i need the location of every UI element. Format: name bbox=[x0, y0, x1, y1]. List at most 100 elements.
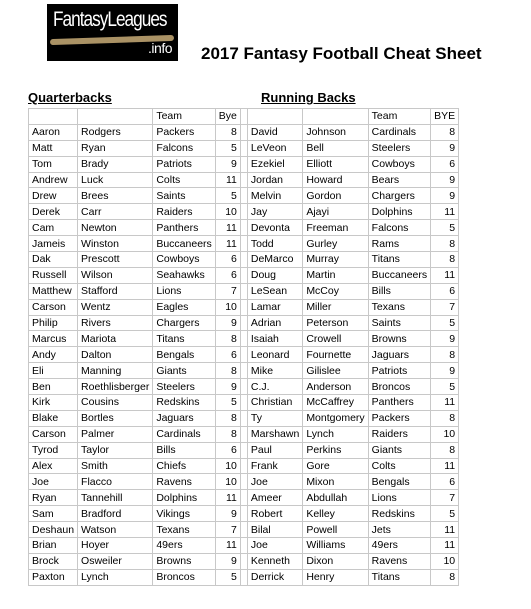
table-row: Eli Manning Giants 8 Mike Gilislee Patriots 9 bbox=[27, 362, 460, 380]
qb-first-name: Aaron bbox=[27, 123, 79, 141]
qb-last-name: Prescott bbox=[77, 251, 154, 268]
qb-first-name: Cam bbox=[27, 219, 79, 237]
qb-last-name: Winston bbox=[77, 235, 154, 253]
rb-team: Broncos bbox=[367, 378, 432, 396]
spacer-cell bbox=[239, 235, 248, 253]
qb-team: Cardinals bbox=[152, 425, 216, 443]
qb-first-name: Sam bbox=[27, 505, 79, 523]
spacer-cell bbox=[239, 314, 248, 332]
qb-first-name: Carson bbox=[27, 298, 79, 316]
rb-first-name: C.J. bbox=[246, 378, 304, 396]
qb-last-name: Stafford bbox=[77, 282, 154, 300]
spacer-cell bbox=[239, 330, 248, 348]
table-row: Andy Dalton Bengals 6 Leonard Fournette Jaguar… bbox=[27, 346, 460, 364]
qb-team: Chargers bbox=[152, 314, 216, 332]
rb-first-name: Ty bbox=[246, 409, 304, 427]
qb-first-name: Marcus bbox=[27, 330, 79, 348]
table-row: Sam Bradford Vikings 9 Robert Kelley Redskins 5 bbox=[27, 505, 460, 523]
qb-column-header: Bye bbox=[214, 108, 241, 125]
rb-team: Patriots bbox=[367, 362, 432, 380]
rb-first-name: Frank bbox=[246, 457, 304, 475]
qb-bye: 10 bbox=[214, 473, 241, 491]
qb-first-name: Blake bbox=[27, 409, 79, 427]
rb-team: Buccaneers bbox=[367, 266, 432, 284]
table-row: Drew Brees Saints 5 Melvin Gordon Chargers 9 bbox=[27, 187, 460, 205]
rb-last-name: Bell bbox=[302, 139, 369, 157]
spacer-cell bbox=[239, 266, 248, 284]
qb-column-header: Team bbox=[152, 108, 216, 125]
qb-first-name: Andrew bbox=[27, 171, 79, 189]
spacer-cell bbox=[239, 489, 248, 507]
qb-last-name: Wentz bbox=[77, 298, 154, 316]
qb-first-name: Russell bbox=[27, 266, 79, 284]
rb-last-name: Gordon bbox=[302, 187, 369, 205]
qb-bye: 9 bbox=[214, 155, 241, 173]
rb-bye: 11 bbox=[430, 521, 460, 539]
qb-bye: 6 bbox=[214, 266, 241, 284]
rb-last-name: McCoy bbox=[302, 282, 369, 300]
table-row: Joe Flacco Ravens 10 Joe Mixon Bengals 6 bbox=[27, 473, 460, 491]
rb-team: Jets bbox=[367, 521, 432, 539]
rb-first-name: DeMarco bbox=[246, 251, 304, 268]
spacer-cell bbox=[239, 219, 248, 237]
rb-bye: 7 bbox=[430, 489, 460, 507]
table-row: Blake Bortles Jaguars 8 Ty Montgomery Packers 8 bbox=[27, 409, 460, 427]
rb-team: Dolphins bbox=[367, 203, 432, 221]
spacer-cell bbox=[239, 457, 248, 475]
rb-first-name: LeVeon bbox=[246, 139, 304, 157]
spacer-cell bbox=[239, 409, 248, 427]
rb-team: Colts bbox=[367, 457, 432, 475]
rb-last-name: Anderson bbox=[302, 378, 369, 396]
qb-first-name: Derek bbox=[27, 203, 79, 221]
rb-last-name: Freeman bbox=[302, 219, 369, 237]
qb-first-name: Ryan bbox=[27, 489, 79, 507]
rb-last-name: Crowell bbox=[302, 330, 369, 348]
qb-first-name: Alex bbox=[27, 457, 79, 475]
rb-team: Titans bbox=[367, 251, 432, 268]
qb-first-name: Ben bbox=[27, 378, 79, 396]
qb-last-name: Brady bbox=[77, 155, 154, 173]
rb-column-header: BYE bbox=[430, 108, 460, 125]
rb-bye: 10 bbox=[430, 552, 460, 570]
rb-first-name: Jay bbox=[246, 203, 304, 221]
rb-team: Texans bbox=[367, 298, 432, 316]
header-row: Team Bye Team BYE bbox=[27, 108, 460, 125]
qb-last-name: Bortles bbox=[77, 409, 154, 427]
table-row: Aaron Rodgers Packers 8 David Johnson Cardinal… bbox=[27, 123, 460, 141]
rb-last-name: Johnson bbox=[302, 123, 369, 141]
qb-first-name: Deshaun bbox=[27, 521, 79, 539]
running-backs-heading: Running Backs bbox=[261, 90, 356, 105]
qb-last-name: Wilson bbox=[77, 266, 154, 284]
rb-first-name: Mike bbox=[246, 362, 304, 380]
table-row: Russell Wilson Seahawks 6 Doug Martin Buccanee… bbox=[27, 266, 460, 284]
qb-last-name: Taylor bbox=[77, 441, 154, 459]
table-row: Carson Palmer Cardinals 8 Marshawn Lynch Raide… bbox=[27, 425, 460, 443]
qb-team: Dolphins bbox=[152, 489, 216, 507]
table-row: Paxton Lynch Broncos 5 Derrick Henry Titans 8 bbox=[27, 568, 460, 586]
qb-first-name: Carson bbox=[27, 425, 79, 443]
qb-team: Saints bbox=[152, 187, 216, 205]
qb-team: Texans bbox=[152, 521, 216, 539]
rb-bye: 5 bbox=[430, 219, 460, 237]
table-row: Tyrod Taylor Bills 6 Paul Perkins Giants 8 bbox=[27, 441, 460, 459]
rb-first-name: Todd bbox=[246, 235, 304, 253]
qb-last-name: Bradford bbox=[77, 505, 154, 523]
spacer-cell bbox=[239, 108, 248, 125]
rb-team: 49ers bbox=[367, 537, 432, 554]
table-row: Alex Smith Chiefs 10 Frank Gore Colts 11 bbox=[27, 457, 460, 475]
rb-team: Redskins bbox=[367, 505, 432, 523]
rb-first-name: Derrick bbox=[246, 568, 304, 586]
rb-team: Titans bbox=[367, 568, 432, 586]
rb-team: Lions bbox=[367, 489, 432, 507]
qb-team: Ravens bbox=[152, 473, 216, 491]
rb-team: Saints bbox=[367, 314, 432, 332]
qb-team: Giants bbox=[152, 362, 216, 380]
qb-team: Buccaneers bbox=[152, 235, 216, 253]
rb-last-name: Howard bbox=[302, 171, 369, 189]
qb-bye: 5 bbox=[214, 187, 241, 205]
spacer-cell bbox=[239, 123, 248, 141]
qb-first-name: Joe bbox=[27, 473, 79, 491]
rb-last-name: Gore bbox=[302, 457, 369, 475]
qb-team: Falcons bbox=[152, 139, 216, 157]
qb-bye: 9 bbox=[214, 505, 241, 523]
